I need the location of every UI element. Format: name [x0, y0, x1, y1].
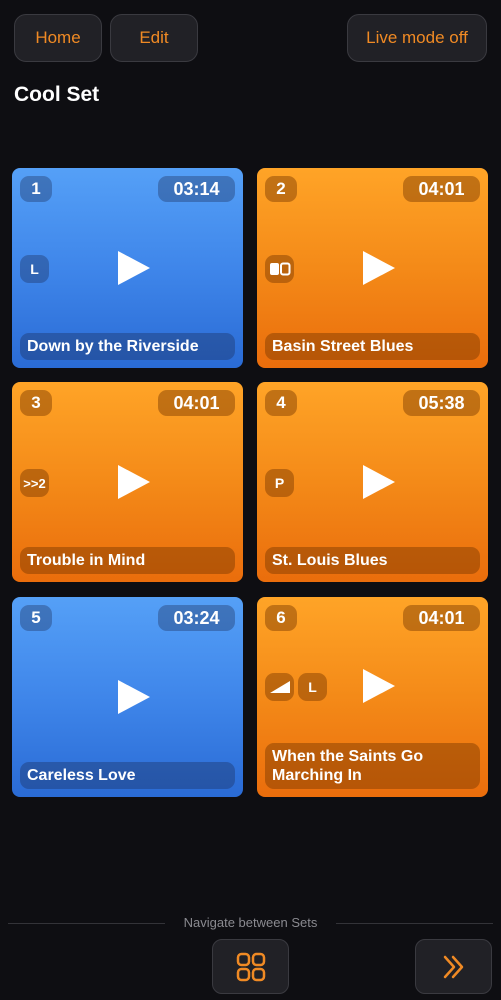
- song-duration-badge: 05:38: [403, 390, 480, 416]
- song-tile[interactable]: 3 04:01 >>2 Trouble in Mind: [12, 382, 243, 582]
- home-button[interactable]: Home: [14, 14, 102, 62]
- song-tile[interactable]: 5 03:24 Careless Love: [12, 597, 243, 797]
- song-duration-badge: 04:01: [403, 605, 480, 631]
- volume-ramp-flag-badge: [265, 673, 294, 701]
- grid-icon: [236, 952, 265, 981]
- footer-divider-right: [336, 923, 493, 924]
- live-mode-toggle-button[interactable]: Live mode off: [347, 14, 487, 62]
- song-name: Trouble in Mind: [20, 547, 235, 574]
- song-duration-badge: 03:14: [158, 176, 235, 202]
- song-tile[interactable]: 1 03:14 L Down by the Riverside: [12, 168, 243, 368]
- song-duration-badge: 04:01: [403, 176, 480, 202]
- play-icon[interactable]: [117, 465, 150, 499]
- song-name: Down by the Riverside: [20, 333, 235, 360]
- loop-flag-badge: L: [20, 255, 49, 283]
- play-icon[interactable]: [117, 680, 150, 714]
- song-name: St. Louis Blues: [265, 547, 480, 574]
- double-chevron-right-icon: [443, 955, 463, 978]
- song-tile[interactable]: 4 05:38 P St. Louis Blues: [257, 382, 488, 582]
- pages-icon: [269, 262, 290, 276]
- pages-flag-badge: [265, 255, 294, 283]
- song-number-badge: 4: [265, 390, 297, 416]
- song-number-badge: 3: [20, 390, 52, 416]
- set-title: Cool Set: [14, 83, 100, 106]
- song-number-badge: 2: [265, 176, 297, 202]
- loop-flag-badge: L: [298, 673, 327, 701]
- song-name: When the Saints Go Marching In: [265, 743, 480, 789]
- song-tile[interactable]: 2 04:01 Basin Street Blues: [257, 168, 488, 368]
- play-icon[interactable]: [117, 251, 150, 285]
- play-icon[interactable]: [362, 251, 395, 285]
- play-icon[interactable]: [362, 669, 395, 703]
- jump-flag-badge: >>2: [20, 469, 49, 497]
- song-name: Basin Street Blues: [265, 333, 480, 360]
- edit-button[interactable]: Edit: [110, 14, 198, 62]
- pause-flag-badge: P: [265, 469, 294, 497]
- song-number-badge: 5: [20, 605, 52, 631]
- volume-ramp-icon: [269, 681, 290, 693]
- set-overview-button[interactable]: [212, 939, 289, 994]
- song-tile[interactable]: 6 04:01 L When the Saints Go Marching In: [257, 597, 488, 797]
- song-number-badge: 6: [265, 605, 297, 631]
- song-number-badge: 1: [20, 176, 52, 202]
- song-name: Careless Love: [20, 762, 235, 789]
- play-icon[interactable]: [362, 465, 395, 499]
- song-duration-badge: 03:24: [158, 605, 235, 631]
- song-duration-badge: 04:01: [158, 390, 235, 416]
- next-set-button[interactable]: [415, 939, 492, 994]
